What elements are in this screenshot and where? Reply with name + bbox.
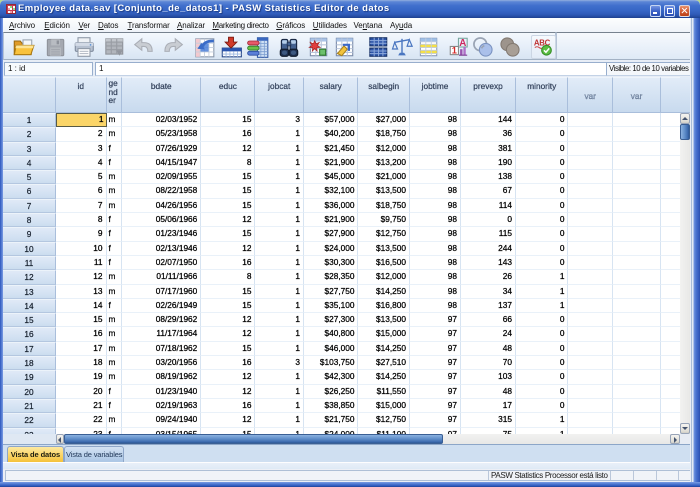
svg-text:1: 1 (452, 45, 457, 55)
